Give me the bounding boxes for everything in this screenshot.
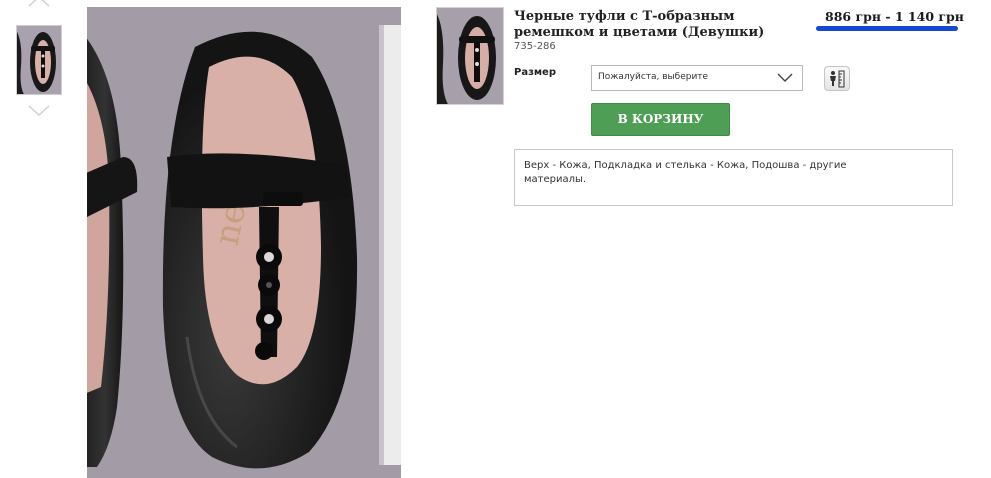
size-select-value: Пожалуйста, выберите: [598, 72, 709, 82]
size-guide-icon: [830, 70, 845, 88]
thumbnail-gallery: [14, 0, 64, 120]
product-thumbnail[interactable]: [436, 7, 504, 105]
product-title: Черные туфли с Т-образным ремешком и цве…: [514, 9, 765, 40]
product-description: Верх - Кожа, Подкладка и стелька - Кожа,…: [514, 149, 953, 206]
product-sku: 735-286: [514, 41, 556, 52]
price-highlight-underline: [816, 26, 958, 31]
chevron-up-icon[interactable]: [27, 0, 51, 8]
main-product-image[interactable]: next: [87, 7, 401, 478]
add-to-cart-button[interactable]: В КОРЗИНУ: [591, 103, 730, 136]
product-price: 886 грн - 1 140 грн: [825, 9, 964, 24]
size-label: Размер: [514, 67, 557, 78]
chevron-down-icon[interactable]: [27, 104, 51, 118]
description-text: Верх - Кожа, Подкладка и стелька - Кожа,…: [524, 160, 847, 185]
size-guide-button[interactable]: [824, 66, 850, 91]
thumbnail-image[interactable]: [16, 25, 62, 95]
chevron-down-icon: [777, 73, 793, 82]
size-select[interactable]: Пожалуйста, выберите: [591, 65, 803, 91]
